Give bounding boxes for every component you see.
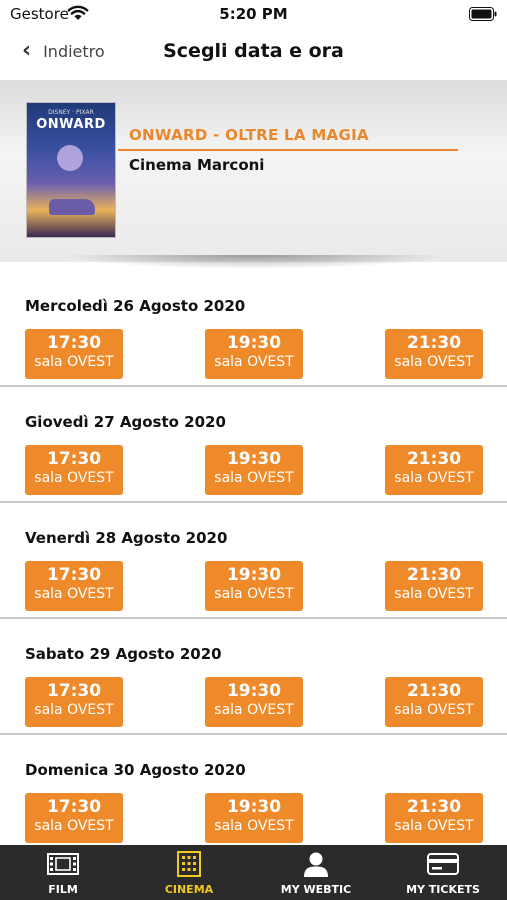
tab-bar: FILM CINEMA MY WEBTIC MY TICKETS <box>0 845 507 900</box>
showtime-time: 17:30 <box>46 333 102 353</box>
tab-label: FILM <box>48 883 78 896</box>
card-icon <box>427 853 459 875</box>
tab-label: MY WEBTIC <box>280 883 352 896</box>
showtime-time: 19:30 <box>226 333 282 353</box>
cinema-name: Cinema Marconi <box>129 156 265 174</box>
poster-moon <box>57 145 83 171</box>
showtime-time: 21:30 <box>406 449 462 469</box>
showtime-button[interactable]: 19:30 sala OVEST <box>205 561 303 611</box>
showtime-time: 17:30 <box>46 565 102 585</box>
battery-icon <box>469 7 497 21</box>
tab-label: CINEMA <box>164 883 214 896</box>
showtime-room: sala OVEST <box>34 702 114 718</box>
movie-header: DISNEY · PIXAR ONWARD ONWARD - OLTRE LA … <box>0 80 507 262</box>
movie-poster: DISNEY · PIXAR ONWARD <box>26 102 116 238</box>
day-label: Domenica 30 Agosto 2020 <box>25 761 246 779</box>
showtime-room: sala OVEST <box>214 470 294 486</box>
status-bar: Gestore 5:20 PM <box>0 0 507 30</box>
showtime-button[interactable]: 19:30 sala OVEST <box>205 793 303 843</box>
day-section: Sabato 29 Agosto 2020 17:30 sala OVEST 19… <box>0 619 507 735</box>
showtime-button[interactable]: 21:30 sala OVEST <box>385 561 483 611</box>
showtime-time: 17:30 <box>46 681 102 701</box>
showtime-time: 17:30 <box>46 449 102 469</box>
user-icon <box>304 852 328 877</box>
showtime-time: 17:30 <box>46 797 102 817</box>
showtime-button[interactable]: 19:30 sala OVEST <box>205 445 303 495</box>
showtime-room: sala OVEST <box>34 586 114 602</box>
day-label: Venerdì 28 Agosto 2020 <box>25 529 228 547</box>
showtime-time: 21:30 <box>406 565 462 585</box>
tab-label: MY TICKETS <box>406 883 480 896</box>
day-section: Domenica 30 Agosto 2020 17:30 sala OVEST … <box>0 735 507 851</box>
showtime-button[interactable]: 17:30 sala OVEST <box>25 677 123 727</box>
showtime-room: sala OVEST <box>394 818 474 834</box>
showtime-room: sala OVEST <box>214 818 294 834</box>
showtime-button[interactable]: 21:30 sala OVEST <box>385 329 483 379</box>
day-label: Sabato 29 Agosto 2020 <box>25 645 222 663</box>
poster-title: ONWARD <box>36 117 106 132</box>
showtime-time: 21:30 <box>406 333 462 353</box>
tab-my-tickets[interactable]: MY TICKETS <box>380 845 506 900</box>
showtime-time: 21:30 <box>406 797 462 817</box>
showtime-button[interactable]: 17:30 sala OVEST <box>25 445 123 495</box>
showtime-time: 21:30 <box>406 681 462 701</box>
showtime-button[interactable]: 17:30 sala OVEST <box>25 561 123 611</box>
showtime-button[interactable]: 21:30 sala OVEST <box>385 793 483 843</box>
showtime-button[interactable]: 17:30 sala OVEST <box>25 329 123 379</box>
showtime-room: sala OVEST <box>214 586 294 602</box>
showtime-button[interactable]: 17:30 sala OVEST <box>25 793 123 843</box>
day-section: Mercoledì 26 Agosto 2020 17:30 sala OVEST… <box>0 271 507 387</box>
day-label: Mercoledì 26 Agosto 2020 <box>25 297 246 315</box>
showtime-room: sala OVEST <box>34 818 114 834</box>
showtime-room: sala OVEST <box>214 354 294 370</box>
tab-film[interactable]: FILM <box>0 845 126 900</box>
showtime-room: sala OVEST <box>34 354 114 370</box>
showtime-room: sala OVEST <box>34 470 114 486</box>
showtime-time: 19:30 <box>226 565 282 585</box>
tab-my-webtic[interactable]: MY WEBTIC <box>253 845 379 900</box>
showtime-room: sala OVEST <box>214 702 294 718</box>
showtime-room: sala OVEST <box>394 702 474 718</box>
poster-brand: DISNEY · PIXAR <box>48 109 94 116</box>
showtime-button[interactable]: 21:30 sala OVEST <box>385 677 483 727</box>
showtime-room: sala OVEST <box>394 354 474 370</box>
day-section: Venerdì 28 Agosto 2020 17:30 sala OVEST 1… <box>0 503 507 619</box>
showtime-time: 19:30 <box>226 449 282 469</box>
showtime-time: 19:30 <box>226 681 282 701</box>
status-time: 5:20 PM <box>219 5 288 23</box>
film-icon <box>47 853 79 875</box>
showtime-room: sala OVEST <box>394 586 474 602</box>
movie-title: ONWARD - OLTRE LA MAGIA <box>129 126 369 144</box>
showtime-button[interactable]: 19:30 sala OVEST <box>205 329 303 379</box>
header-shadow <box>60 255 447 269</box>
navigation-bar: ‹ Indietro Scegli data e ora <box>0 30 507 78</box>
tab-cinema[interactable]: CINEMA <box>126 845 252 900</box>
day-section: Giovedì 27 Agosto 2020 17:30 sala OVEST 1… <box>0 387 507 503</box>
day-label: Giovedì 27 Agosto 2020 <box>25 413 226 431</box>
page-title: Scegli data e ora <box>163 40 344 62</box>
cinema-icon <box>177 851 201 877</box>
poster-van <box>49 199 95 215</box>
showtime-room: sala OVEST <box>394 470 474 486</box>
showtime-button[interactable]: 21:30 sala OVEST <box>385 445 483 495</box>
showtime-time: 19:30 <box>226 797 282 817</box>
showtime-button[interactable]: 19:30 sala OVEST <box>205 677 303 727</box>
title-divider <box>118 149 458 151</box>
